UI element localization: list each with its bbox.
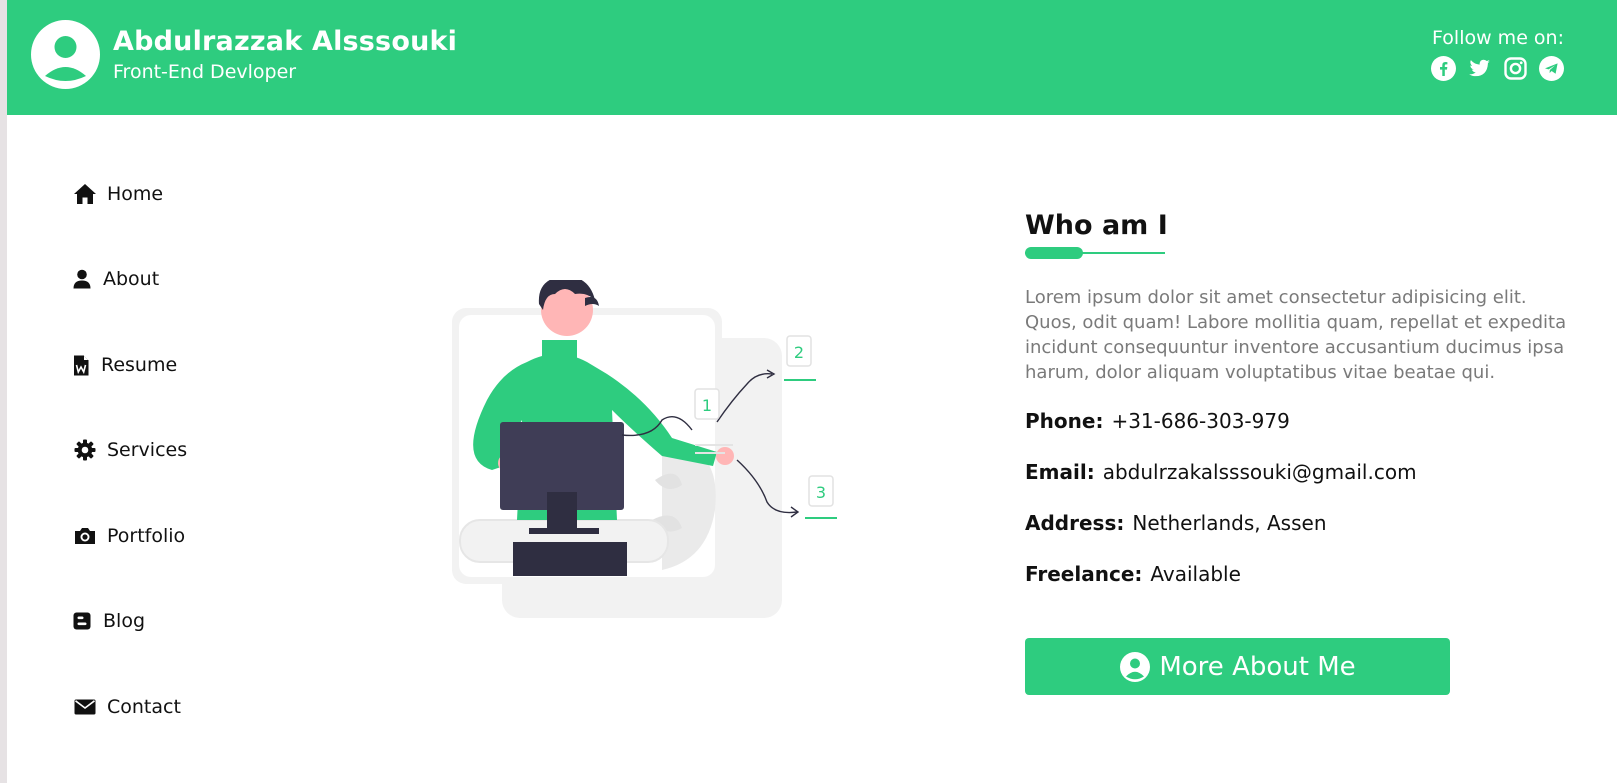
about-section: Who am I Lorem ipsum dolor sit amet cons… xyxy=(1025,210,1575,695)
nav-item-label: Home xyxy=(107,183,164,205)
email-detail: Email: abdulrzakalsssouki@gmail.com xyxy=(1025,446,1575,497)
nav-item-label: Services xyxy=(107,439,188,461)
social-links xyxy=(1431,56,1564,81)
nav-item-blog[interactable]: Blog xyxy=(73,606,145,636)
nav-item-services[interactable]: Services xyxy=(73,435,187,465)
nav-item-label: Contact xyxy=(107,696,181,718)
word-file-icon xyxy=(73,353,89,377)
address-label: Address: xyxy=(1025,510,1125,535)
freelance-value: Available xyxy=(1150,561,1241,586)
user-avatar-icon xyxy=(45,36,86,81)
freelance-detail: Freelance: Available xyxy=(1025,548,1575,599)
nav-item-portfolio[interactable]: Portfolio xyxy=(73,521,185,551)
site-owner-role: Front-End Devloper xyxy=(113,61,297,83)
instagram-icon[interactable] xyxy=(1503,56,1528,81)
developer-illustration: 1 2 3 xyxy=(447,276,857,625)
blogger-icon xyxy=(73,609,91,633)
nav-item-label: About xyxy=(103,268,160,290)
site-owner-name: Abdulrazzak Alsssouki xyxy=(113,26,458,57)
marker-1: 1 xyxy=(702,396,712,415)
phone-value: +31-686-303-979 xyxy=(1111,408,1290,433)
more-about-me-label: More About Me xyxy=(1159,651,1356,682)
twitter-icon[interactable] xyxy=(1467,56,1492,81)
bio-text: Lorem ipsum dolor sit amet consectetur a… xyxy=(1025,287,1567,383)
more-about-me-button[interactable]: More About Me xyxy=(1025,638,1450,695)
nav-item-resume[interactable]: Resume xyxy=(73,350,177,380)
envelope-icon xyxy=(73,695,97,719)
contact-details: Phone: +31-686-303-979 Email: abdulrzaka… xyxy=(1025,395,1575,599)
freelance-label: Freelance: xyxy=(1025,561,1143,586)
home-icon xyxy=(73,182,97,206)
email-value: abdulrzakalsssouki@gmail.com xyxy=(1102,459,1417,484)
telegram-icon[interactable] xyxy=(1539,56,1564,81)
phone-detail: Phone: +31-686-303-979 xyxy=(1025,395,1575,446)
user-icon xyxy=(73,267,91,291)
page: Abdulrazzak Alsssouki Front-End Devloper… xyxy=(7,0,1617,783)
nav-item-label: Portfolio xyxy=(107,525,186,547)
camera-icon xyxy=(73,524,97,548)
nav-item-contact[interactable]: Contact xyxy=(73,692,181,722)
nav-item-home[interactable]: Home xyxy=(73,179,163,209)
follow-label: Follow me on: xyxy=(1432,27,1564,49)
nav-item-label: Resume xyxy=(101,354,178,376)
nav-item-about[interactable]: About xyxy=(73,264,159,294)
section-title: Who am I xyxy=(1025,210,1168,241)
email-label: Email: xyxy=(1025,459,1095,484)
address-detail: Address: Netherlands, Assen xyxy=(1025,497,1575,548)
facebook-icon[interactable] xyxy=(1431,56,1456,81)
phone-label: Phone: xyxy=(1025,408,1104,433)
marker-3: 3 xyxy=(816,483,826,502)
site-header: Abdulrazzak Alsssouki Front-End Devloper… xyxy=(7,0,1617,115)
user-circle-icon xyxy=(1119,651,1151,683)
marker-2: 2 xyxy=(794,343,804,362)
gear-icon xyxy=(73,438,97,462)
avatar[interactable] xyxy=(31,20,100,89)
nav-item-label: Blog xyxy=(103,610,145,632)
title-underline xyxy=(1025,247,1165,261)
address-value: Netherlands, Assen xyxy=(1132,510,1327,535)
